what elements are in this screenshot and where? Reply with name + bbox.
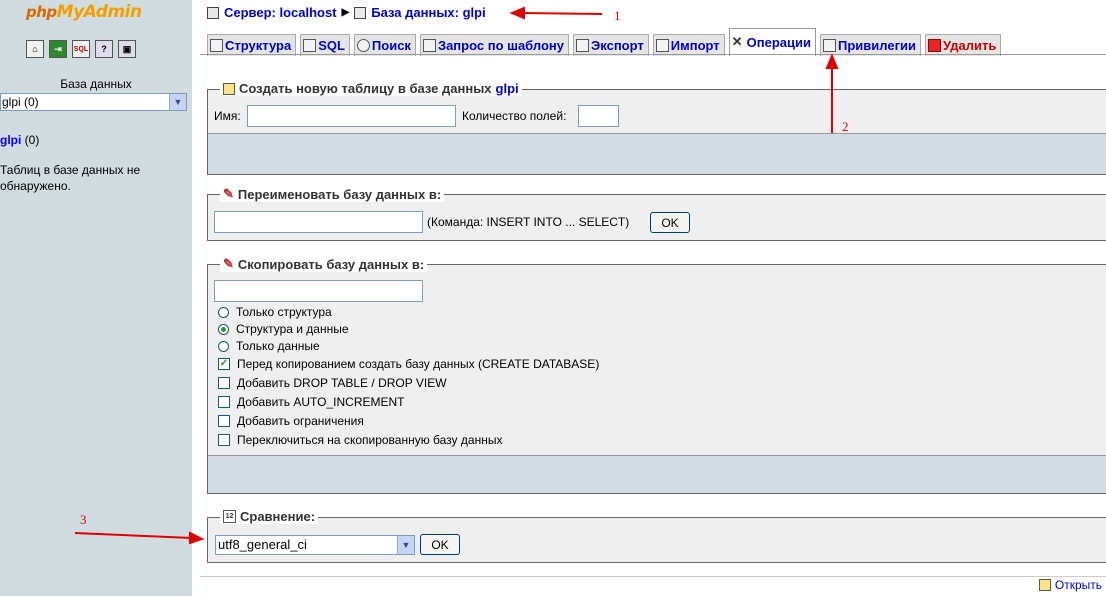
annotation-arrows — [74, 6, 839, 545]
annotation-arrow-1 — [521, 12, 603, 15]
arrowhead-1 — [509, 6, 525, 20]
annotation-number-1: 1 — [614, 8, 621, 23]
annotation-arrow-3 — [74, 532, 193, 539]
arrowhead-3 — [189, 531, 205, 545]
annotation-number-3: 3 — [80, 512, 87, 527]
annotation-number-2: 2 — [842, 119, 849, 134]
arrowhead-2 — [825, 53, 839, 69]
